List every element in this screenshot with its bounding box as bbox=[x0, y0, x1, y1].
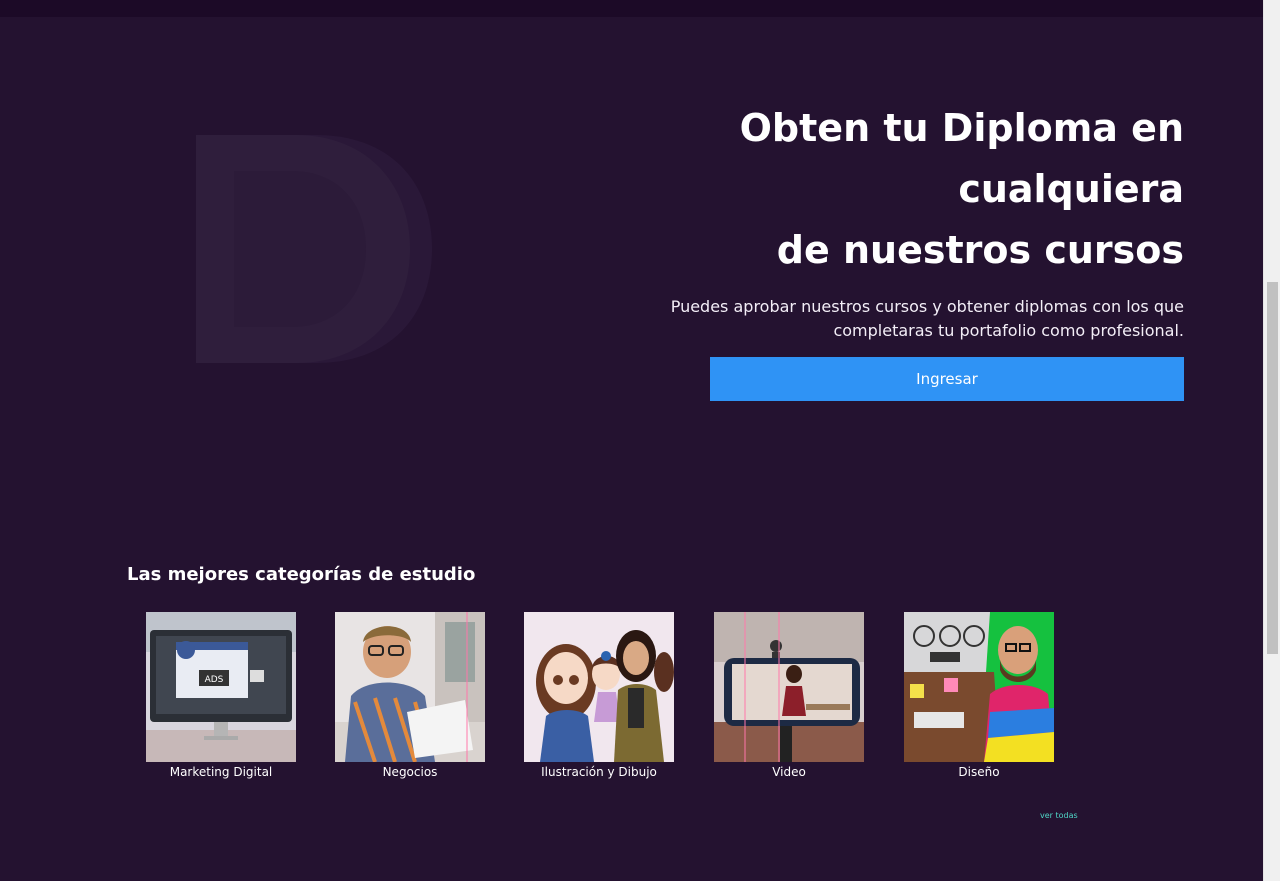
hero-title: Obten tu Diploma en cualquiera de nuestr… bbox=[664, 98, 1184, 281]
category-card-marketing[interactable]: ADS Marketing Digital bbox=[146, 612, 296, 779]
categories-title: Las mejores categorías de estudio bbox=[127, 564, 476, 585]
video-image[interactable] bbox=[714, 612, 864, 762]
hero-title-line: cualquiera bbox=[958, 167, 1184, 211]
hero-subtitle-line: Puedes aprobar nuestros cursos y obtener… bbox=[670, 297, 1184, 316]
diseno-image[interactable] bbox=[904, 612, 1054, 762]
category-label[interactable]: Negocios bbox=[335, 765, 485, 779]
diploma-d-logo-icon bbox=[196, 135, 432, 363]
category-label[interactable]: Diseño bbox=[904, 765, 1054, 779]
category-label[interactable]: Video bbox=[714, 765, 864, 779]
negocios-image[interactable] bbox=[335, 612, 485, 762]
category-label[interactable]: Marketing Digital bbox=[146, 765, 296, 779]
hero-section: Obten tu Diploma en cualquiera de nuestr… bbox=[664, 98, 1184, 343]
page-scrollbar[interactable] bbox=[1263, 0, 1280, 881]
hero-subtitle: Puedes aprobar nuestros cursos y obtener… bbox=[664, 295, 1184, 343]
see-all-categories-link[interactable]: ver todas bbox=[1040, 811, 1078, 820]
category-label[interactable]: Ilustración y Dibujo bbox=[524, 765, 674, 779]
scrollbar-thumb[interactable] bbox=[1267, 282, 1278, 654]
category-card-video[interactable]: Video bbox=[714, 612, 864, 779]
category-card-diseno[interactable]: Diseño bbox=[904, 612, 1054, 779]
ingresar-button[interactable]: Ingresar bbox=[710, 357, 1184, 401]
category-card-negocios[interactable]: Negocios bbox=[335, 612, 485, 779]
marketing-digital-image[interactable]: ADS bbox=[146, 612, 296, 762]
ilustracion-dibujo-image[interactable] bbox=[524, 612, 674, 762]
category-card-ilustracion[interactable]: Ilustración y Dibujo bbox=[524, 612, 674, 779]
hero-title-line: Obten tu Diploma en bbox=[739, 106, 1184, 150]
hero-subtitle-line: completaras tu portafolio como profesion… bbox=[833, 321, 1184, 340]
hero-title-line: de nuestros cursos bbox=[776, 228, 1184, 272]
ads-label: ADS bbox=[205, 675, 224, 685]
top-nav-bar bbox=[0, 0, 1263, 17]
